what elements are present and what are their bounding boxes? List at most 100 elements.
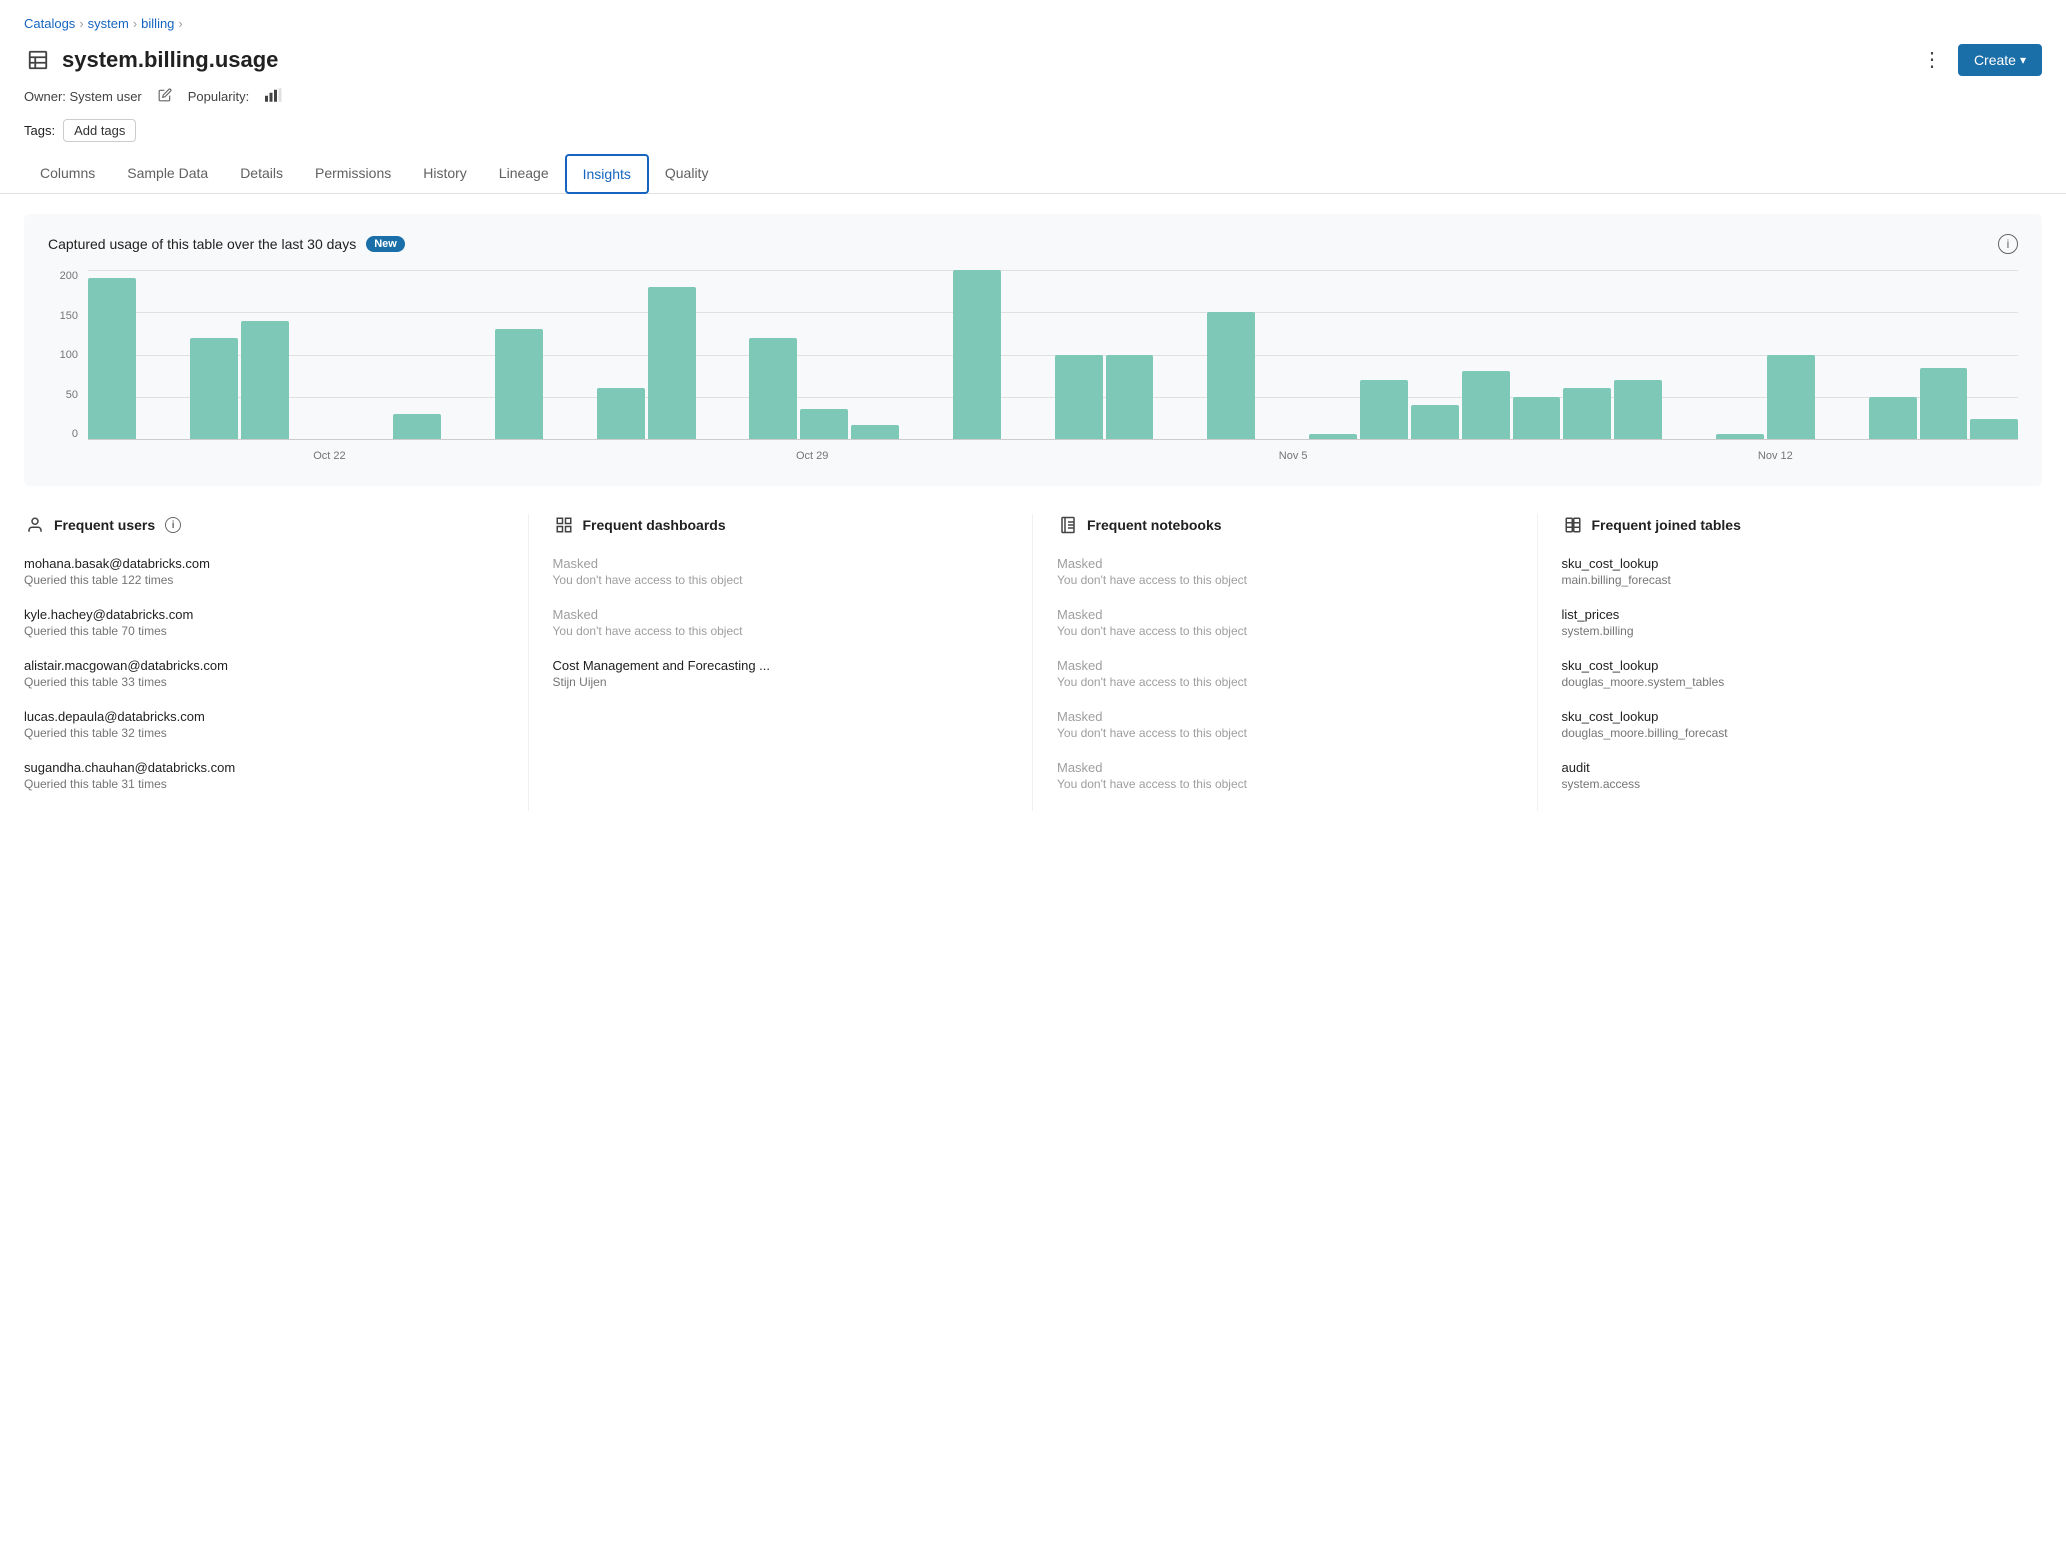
notebook-3-no-access: You don't have access to this object [1057, 675, 1513, 689]
breadcrumb-catalogs[interactable]: Catalogs [24, 16, 75, 31]
tab-details[interactable]: Details [224, 154, 299, 193]
tab-quality[interactable]: Quality [649, 154, 725, 193]
notebook-icon [1057, 514, 1079, 536]
list-item: alistair.macgowan@databricks.com Queried… [24, 658, 504, 689]
y-label-0: 0 [72, 428, 78, 440]
y-label-100: 100 [60, 349, 78, 361]
chart-title-text: Captured usage of this table over the la… [48, 236, 356, 252]
chart-y-axis: 200 150 100 50 0 [48, 270, 84, 440]
page-title: system.billing.usage [62, 47, 278, 73]
chart-bar-0 [88, 278, 136, 439]
frequent-dashboards-header: Frequent dashboards [553, 514, 1009, 536]
frequent-notebooks-title: Frequent notebooks [1087, 517, 1222, 533]
main-content: Captured usage of this table over the la… [0, 194, 2066, 831]
frequent-dashboards-col: Frequent dashboards Masked You don't hav… [529, 514, 1034, 811]
frequent-tables-col: Frequent joined tables sku_cost_lookup m… [1538, 514, 2043, 811]
user-1-count: Queried this table 122 times [24, 573, 504, 587]
chart-bar-6 [393, 414, 441, 439]
add-tags-button[interactable]: Add tags [63, 119, 136, 142]
title-actions: ⋮ Create ▾ [1914, 41, 2042, 78]
edit-icon[interactable] [158, 88, 172, 105]
tab-columns[interactable]: Columns [24, 154, 111, 193]
list-item: audit system.access [1562, 760, 2043, 791]
table-4-path: douglas_moore.billing_forecast [1562, 726, 2043, 740]
list-item: list_prices system.billing [1562, 607, 2043, 638]
frequent-users-header: Frequent users i [24, 514, 504, 536]
meta-row: Owner: System user Popularity: [24, 84, 2042, 113]
create-button[interactable]: Create ▾ [1958, 44, 2042, 76]
notebook-2-no-access: You don't have access to this object [1057, 624, 1513, 638]
list-item: Cost Management and Forecasting ... Stij… [553, 658, 1009, 689]
user-5-count: Queried this table 31 times [24, 777, 504, 791]
list-item: Masked You don't have access to this obj… [1057, 607, 1513, 638]
list-item: sugandha.chauhan@databricks.com Queried … [24, 760, 504, 791]
table-3-name: sku_cost_lookup [1562, 658, 2043, 673]
chart-bar-8 [495, 329, 543, 439]
chart-bar-27 [1462, 371, 1510, 439]
title-left: system.billing.usage [24, 46, 278, 74]
frequent-tables-title: Frequent joined tables [1592, 517, 1741, 533]
breadcrumb-sep-3: › [178, 16, 182, 31]
tab-lineage[interactable]: Lineage [483, 154, 565, 193]
chart-bar-29 [1563, 388, 1611, 439]
frequent-notebooks-header: Frequent notebooks [1057, 514, 1513, 536]
list-item: Masked You don't have access to this obj… [1057, 556, 1513, 587]
top-bar: Catalogs › system › billing › system.bil… [0, 0, 2066, 194]
table-5-name: audit [1562, 760, 2043, 775]
list-item: Masked You don't have access to this obj… [553, 607, 1009, 638]
breadcrumb-system[interactable]: system [88, 16, 129, 31]
breadcrumb-sep-1: › [79, 16, 83, 31]
chart-bar-2 [190, 338, 238, 439]
list-item: lucas.depaula@databricks.com Queried thi… [24, 709, 504, 740]
chart-bar-37 [1970, 419, 2018, 439]
list-item: sku_cost_lookup main.billing_forecast [1562, 556, 2043, 587]
frequent-dashboards-title: Frequent dashboards [583, 517, 726, 533]
tab-permissions[interactable]: Permissions [299, 154, 407, 193]
more-button[interactable]: ⋮ [1914, 41, 1950, 78]
dashboard-3-name: Cost Management and Forecasting ... [553, 658, 1009, 673]
chart-header: Captured usage of this table over the la… [48, 234, 2018, 254]
user-2-email: kyle.hachey@databricks.com [24, 607, 504, 622]
x-label-oct22: Oct 22 [313, 450, 345, 462]
frequent-tables-header: Frequent joined tables [1562, 514, 2043, 536]
chart-bar-36 [1920, 368, 1968, 439]
breadcrumb-billing[interactable]: billing [141, 16, 174, 31]
list-item: Masked You don't have access to this obj… [1057, 760, 1513, 791]
x-label-oct29: Oct 29 [796, 450, 828, 462]
chart-bar-22 [1207, 312, 1255, 439]
chart-bar-26 [1411, 405, 1459, 439]
frequent-notebooks-col: Frequent notebooks Masked You don't have… [1033, 514, 1538, 811]
chart-bar-15 [851, 425, 899, 439]
chart-section: Captured usage of this table over the la… [24, 214, 2042, 486]
notebook-1-no-access: You don't have access to this object [1057, 573, 1513, 587]
user-2-count: Queried this table 70 times [24, 624, 504, 638]
table-2-path: system.billing [1562, 624, 2043, 638]
chart-bar-3 [241, 321, 289, 439]
user-3-email: alistair.macgowan@databricks.com [24, 658, 504, 673]
list-item: Masked You don't have access to this obj… [553, 556, 1009, 587]
tab-sample-data[interactable]: Sample Data [111, 154, 224, 193]
breadcrumb-sep-2: › [133, 16, 137, 31]
tab-insights[interactable]: Insights [565, 154, 649, 194]
bottom-section: Frequent users i mohana.basak@databricks… [24, 514, 2042, 811]
notebook-1-masked: Masked [1057, 556, 1513, 571]
tags-label: Tags: [24, 123, 55, 138]
dashboard-1-masked: Masked [553, 556, 1009, 571]
list-item: mohana.basak@databricks.com Queried this… [24, 556, 504, 587]
x-label-nov5: Nov 5 [1279, 450, 1308, 462]
notebook-4-no-access: You don't have access to this object [1057, 726, 1513, 740]
chart-bar-13 [749, 338, 797, 439]
dashboard-3-owner: Stijn Uijen [553, 675, 1009, 689]
users-info-icon[interactable]: i [165, 517, 181, 533]
list-item: sku_cost_lookup douglas_moore.system_tab… [1562, 658, 2043, 689]
chart-bar-35 [1869, 397, 1917, 439]
chart-info-icon[interactable]: i [1998, 234, 2018, 254]
tabs-row: Columns Sample Data Details Permissions … [24, 154, 2042, 193]
chart-bars [88, 270, 2018, 440]
chart-bar-10 [597, 388, 645, 439]
list-item: Masked You don't have access to this obj… [1057, 709, 1513, 740]
tab-history[interactable]: History [407, 154, 483, 193]
list-item: sku_cost_lookup douglas_moore.billing_fo… [1562, 709, 2043, 740]
dashboard-icon [553, 514, 575, 536]
chart-bar-19 [1055, 355, 1103, 440]
